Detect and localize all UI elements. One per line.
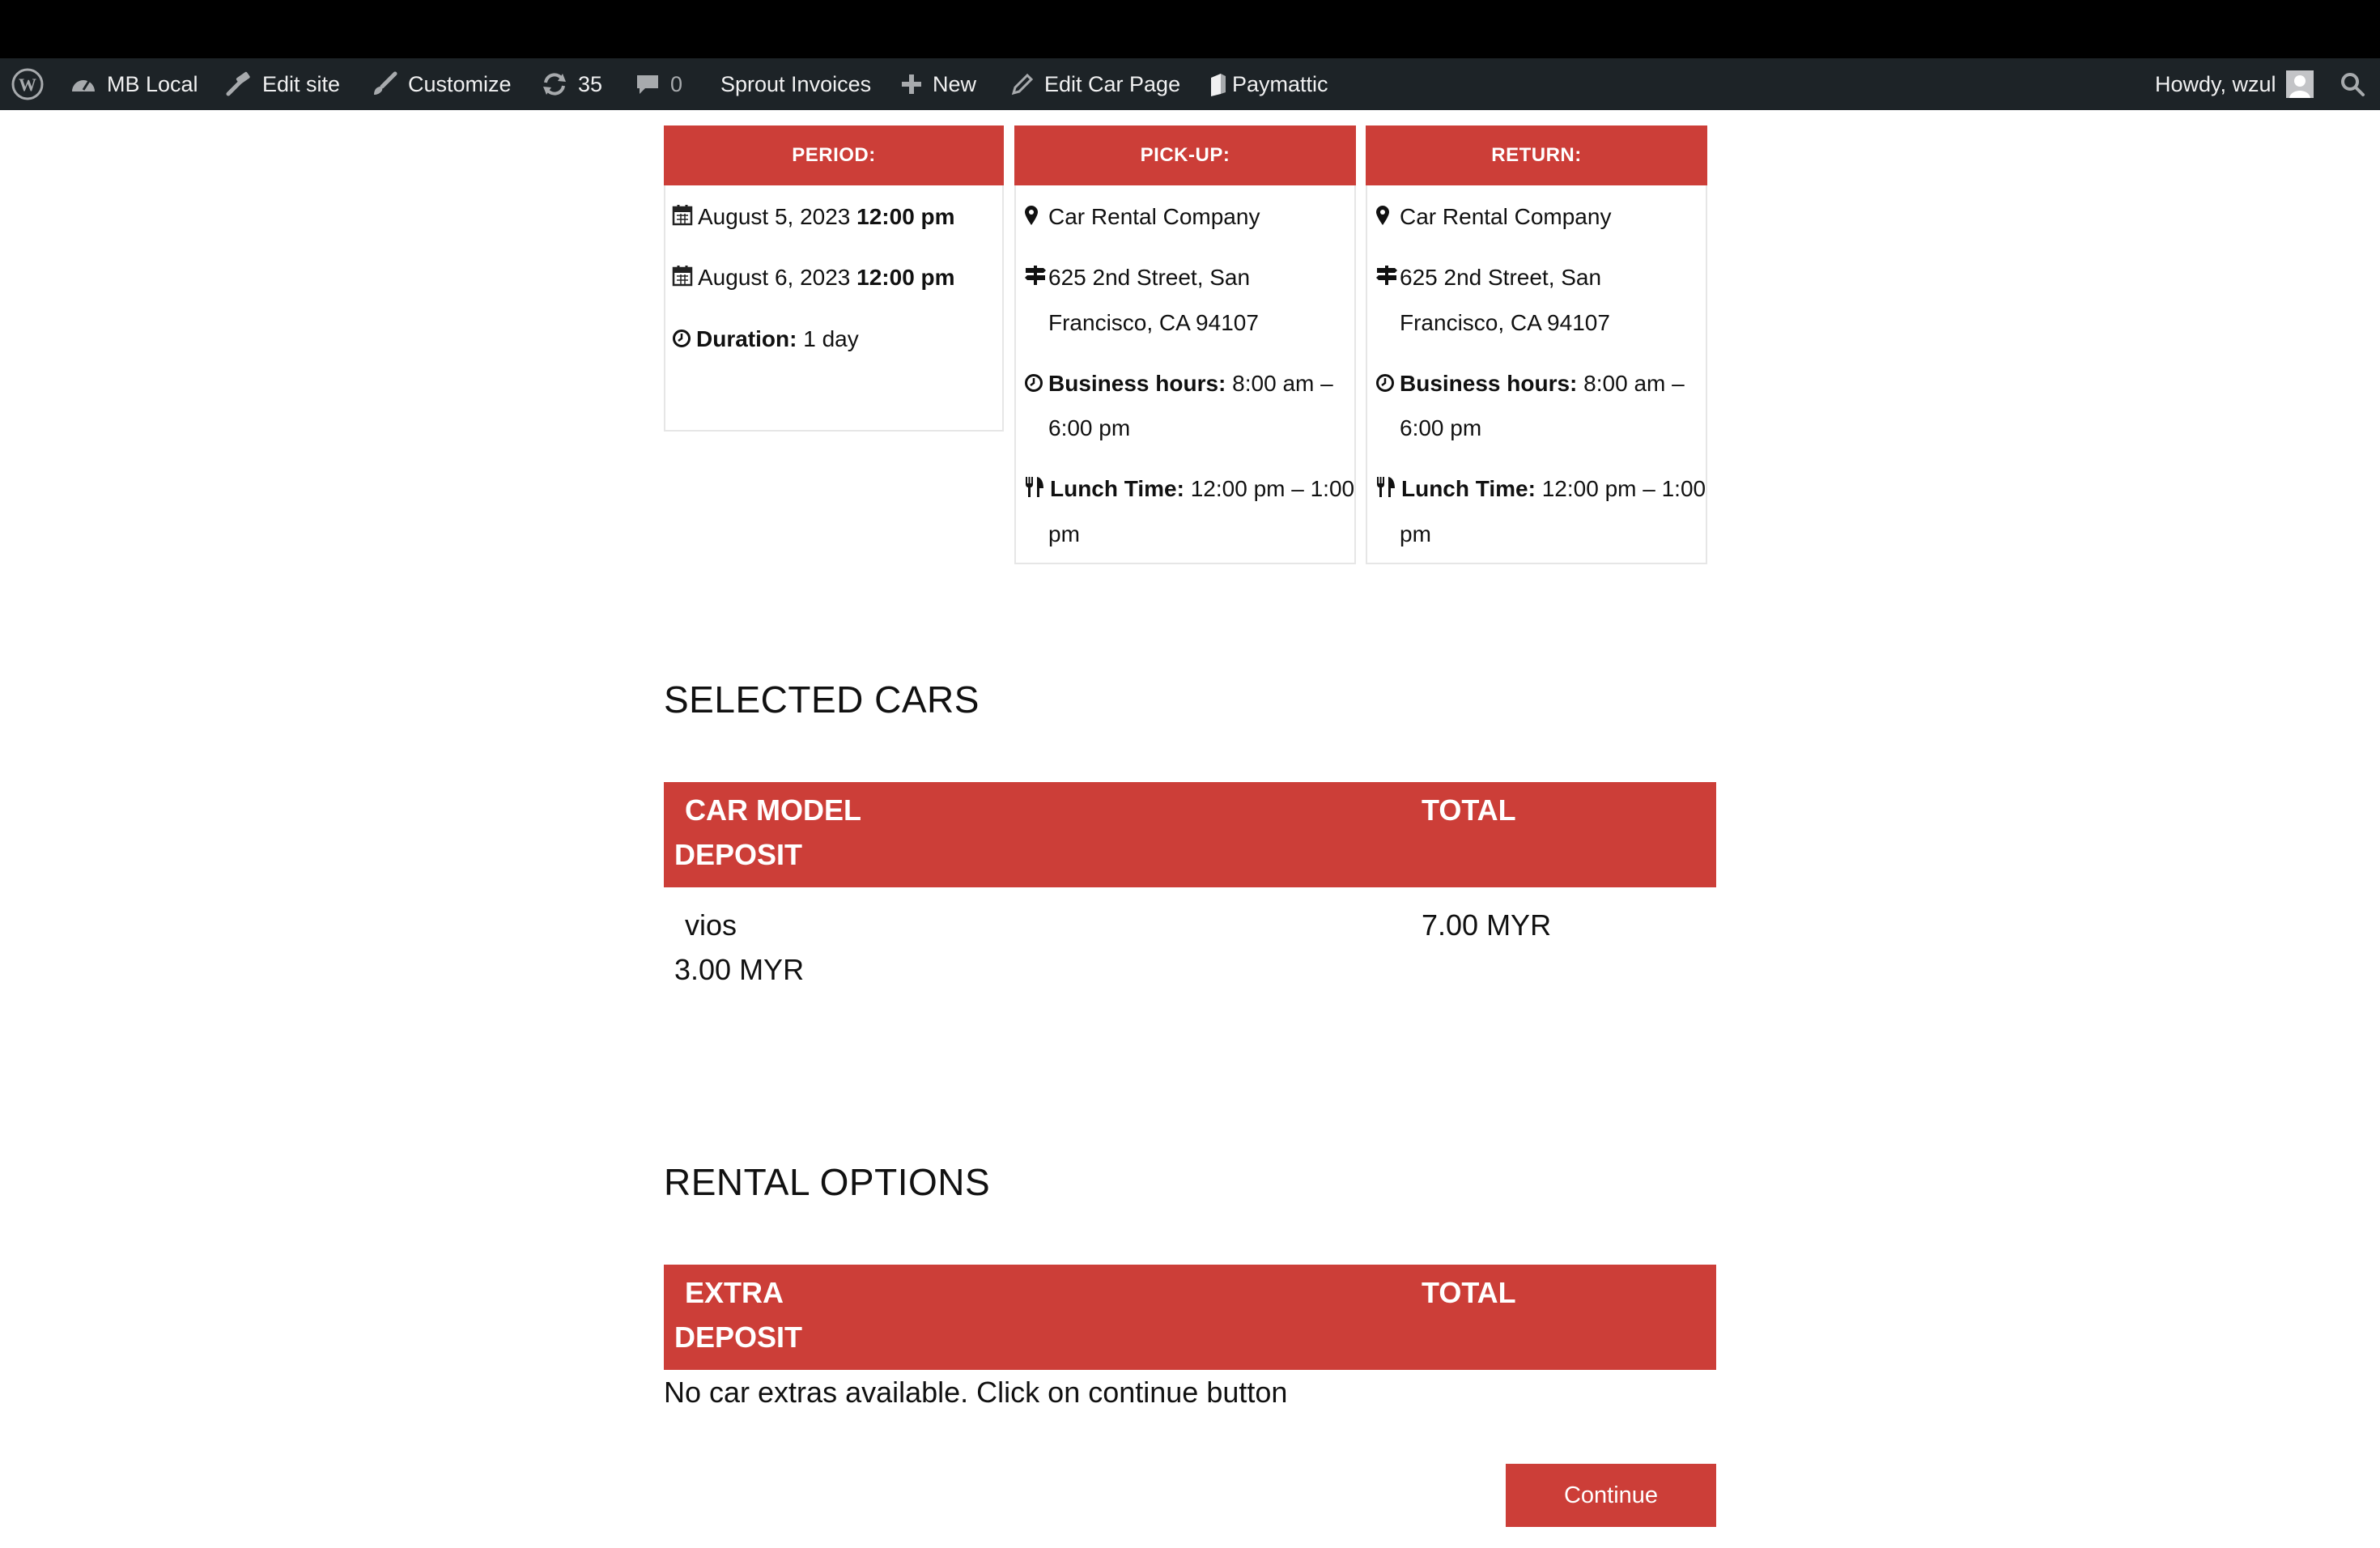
calendar-icon — [672, 263, 693, 296]
new-label: New — [933, 71, 977, 96]
pickup-company: Car Rental Company — [1024, 201, 1260, 235]
calendar-icon — [672, 202, 693, 235]
rental-options-title: RENTAL OPTIONS — [664, 1161, 991, 1203]
sprout-invoices-link[interactable]: Sprout Invoices — [720, 58, 871, 110]
edit-site-link[interactable]: Edit site — [225, 58, 340, 110]
period-end-date: August 6, 2023 — [698, 265, 851, 290]
pickup-company-name: Car Rental Company — [1048, 204, 1260, 229]
top-black-strip — [0, 0, 2380, 58]
account-menu[interactable]: Howdy, wzul — [2155, 58, 2314, 110]
paymattic-icon — [1209, 71, 1227, 97]
car-total-cell: 7.00 MYR — [1422, 908, 1552, 942]
duration-label: Duration: — [696, 326, 797, 351]
paymattic-link[interactable]: Paymattic — [1209, 58, 1328, 110]
return-hours-line1: 8:00 am – — [1583, 371, 1685, 396]
refresh-icon — [541, 71, 568, 97]
dashboard-icon — [70, 72, 97, 96]
period-header: PERIOD: — [664, 125, 1004, 185]
return-hours-label: Business hours: — [1400, 371, 1578, 396]
period-start-time: 12:00 pm — [856, 204, 955, 229]
updates-count: 35 — [578, 71, 603, 96]
clock-icon — [1024, 369, 1043, 402]
cutlery-icon — [1024, 474, 1045, 507]
duration-value: 1 day — [803, 326, 859, 351]
site-name-link[interactable]: MB Local — [70, 58, 198, 110]
period-end-time: 12:00 pm — [856, 265, 955, 290]
pickup-hours-line2: 6:00 pm — [1048, 415, 1131, 440]
selected-cars-title: SELECTED CARS — [664, 678, 980, 721]
rental-options-table-header: EXTRA TOTAL DEPOSIT — [664, 1265, 1716, 1370]
return-company: Car Rental Company — [1375, 201, 1611, 235]
return-lunch: Lunch Time: 12:00 pm – 1:00 — [1375, 473, 1706, 507]
cutlery-icon — [1375, 474, 1396, 507]
pickup-header: PICK-UP: — [1014, 125, 1356, 185]
period-start-date: August 5, 2023 — [698, 204, 851, 229]
return-address-line2: Francisco, CA 94107 — [1400, 310, 1610, 335]
period-end: August 6, 2023 12:00 pm — [672, 262, 955, 296]
return-lunch-label: Lunch Time: — [1401, 476, 1536, 501]
extra-total-header: TOTAL — [1422, 1276, 1516, 1309]
sprout-invoices-label: Sprout Invoices — [720, 71, 872, 96]
car-total-header: TOTAL — [1422, 793, 1516, 827]
clock-icon — [672, 325, 691, 357]
return-hours-line2: 6:00 pm — [1400, 415, 1482, 440]
car-deposit-header: DEPOSIT — [674, 838, 803, 871]
pickup-hours-label: Business hours: — [1048, 371, 1226, 396]
car-model-header: CAR MODEL — [685, 793, 861, 827]
extra-header: EXTRA — [685, 1276, 784, 1309]
updates-link[interactable]: 35 — [541, 58, 602, 110]
map-marker-icon — [1024, 202, 1039, 235]
customize-link[interactable]: Customize — [371, 58, 512, 110]
customize-label: Customize — [408, 71, 512, 96]
selected-cars-table-header: CAR MODEL TOTAL DEPOSIT — [664, 782, 1716, 887]
edit-car-page-label: Edit Car Page — [1044, 71, 1181, 96]
pickup-hours: Business hours: 8:00 am – — [1024, 368, 1333, 402]
signpost-icon — [1375, 263, 1398, 296]
return-header: RETURN: — [1366, 125, 1707, 185]
return-hours: Business hours: 8:00 am – — [1375, 368, 1685, 402]
map-marker-icon — [1375, 202, 1390, 235]
edit-car-page-link[interactable]: Edit Car Page — [1010, 58, 1180, 110]
avatar — [2285, 70, 2314, 98]
pencil-icon — [1010, 72, 1035, 96]
car-deposit-cell: 3.00 MYR — [674, 953, 805, 986]
clock-icon — [1375, 369, 1395, 402]
pickup-hours-line1: 8:00 am – — [1232, 371, 1333, 396]
pickup-lunch-label: Lunch Time: — [1050, 476, 1184, 501]
pickup-address-line1: 625 2nd Street, San — [1048, 265, 1251, 290]
new-content-link[interactable]: New — [900, 58, 976, 110]
continue-button[interactable]: Continue — [1506, 1464, 1716, 1527]
admin-bar: W MB Local Edit site Customize 35 0 Spro… — [0, 58, 2380, 110]
no-extras-message: No car extras available. Click on contin… — [664, 1376, 1288, 1409]
return-address: 625 2nd Street, San — [1375, 262, 1601, 296]
period-duration: Duration: 1 day — [672, 323, 859, 357]
brush-icon — [371, 71, 398, 97]
return-company-name: Car Rental Company — [1400, 204, 1612, 229]
plus-icon — [900, 73, 923, 96]
pickup-lunch-line2: pm — [1048, 521, 1080, 546]
return-address-line1: 625 2nd Street, San — [1400, 265, 1602, 290]
return-lunch-line1: 12:00 pm – 1:00 — [1541, 476, 1706, 501]
paymattic-label: Paymattic — [1232, 71, 1328, 96]
car-model-cell: vios — [685, 908, 737, 942]
search-icon[interactable] — [2340, 58, 2365, 110]
wordpress-logo-icon[interactable]: W — [11, 58, 44, 110]
comments-count: 0 — [670, 71, 683, 96]
comments-link[interactable]: 0 — [635, 58, 682, 110]
comment-icon — [635, 72, 661, 96]
site-name: MB Local — [107, 71, 198, 96]
hammer-icon — [225, 71, 253, 97]
edit-site-label: Edit site — [262, 71, 341, 96]
pickup-lunch: Lunch Time: 12:00 pm – 1:00 — [1024, 473, 1354, 507]
pickup-address: 625 2nd Street, San — [1024, 262, 1250, 296]
return-lunch-line2: pm — [1400, 521, 1431, 546]
signpost-icon — [1024, 263, 1047, 296]
extra-deposit-header: DEPOSIT — [674, 1320, 803, 1354]
pickup-address-line2: Francisco, CA 94107 — [1048, 310, 1259, 335]
svg-text:W: W — [19, 74, 36, 95]
howdy-label: Howdy, wzul — [2155, 71, 2276, 96]
pickup-lunch-line1: 12:00 pm – 1:00 — [1190, 476, 1355, 501]
period-start: August 5, 2023 12:00 pm — [672, 201, 955, 235]
